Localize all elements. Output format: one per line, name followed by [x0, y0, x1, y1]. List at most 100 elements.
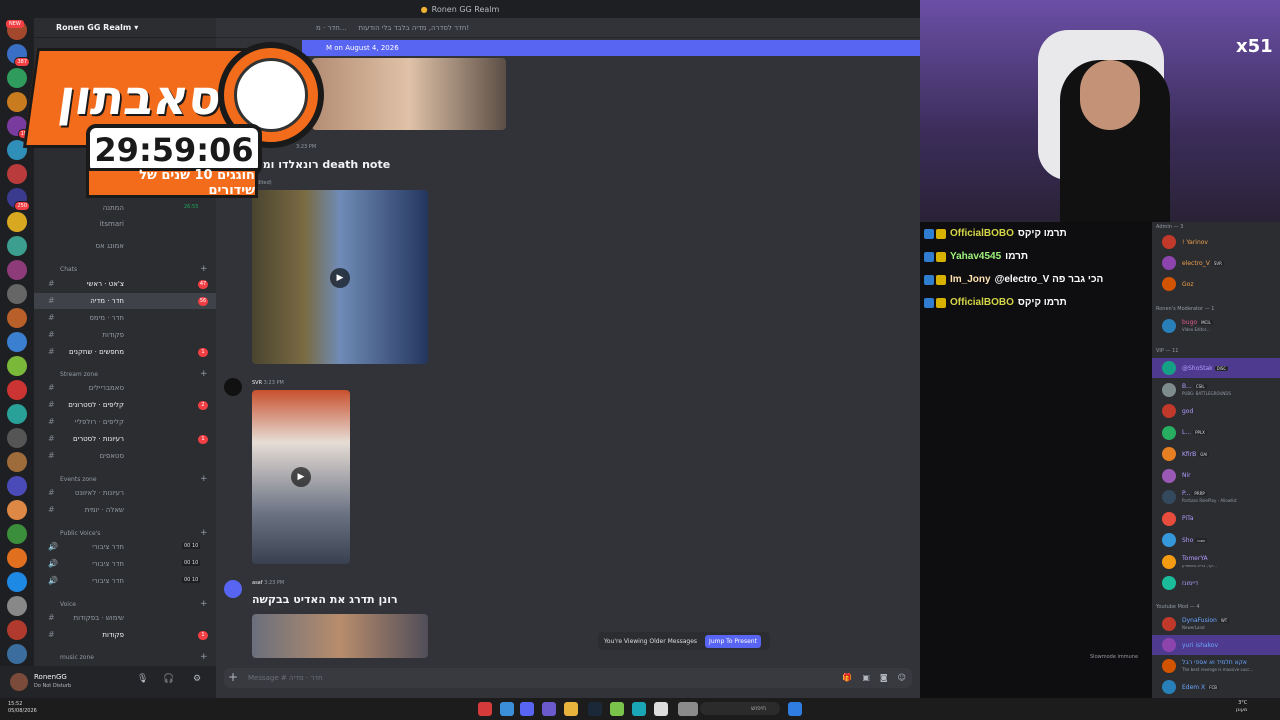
play-icon[interactable]: ▶	[291, 467, 311, 487]
member-item[interactable]: P... PRRP Partizan RolePlay - Allowlist	[1152, 487, 1280, 507]
member-item[interactable]: PiTa	[1152, 509, 1280, 529]
gear-icon[interactable]: ⚙	[193, 674, 201, 684]
server-icon[interactable]	[7, 644, 27, 664]
channel-item[interactable]: # מחפשים · שחקנים 1	[34, 344, 216, 360]
server-icon[interactable]	[7, 332, 27, 352]
voice-item[interactable]: אמונג אס	[34, 238, 216, 254]
member-item[interactable]: Goz	[1152, 274, 1280, 294]
plus-icon[interactable]: +	[200, 528, 208, 538]
edge-icon[interactable]	[632, 702, 646, 716]
server-icon[interactable]	[7, 404, 27, 424]
member-item[interactable]: Sho שבט	[1152, 530, 1280, 550]
sticker-icon[interactable]: ◙	[880, 673, 888, 682]
channel-item[interactable]: # פקודות	[34, 327, 216, 343]
app-icon-2[interactable]	[542, 702, 556, 716]
video-thumbnail-1[interactable]: ▶	[252, 190, 428, 364]
avatar[interactable]	[10, 673, 28, 691]
channel-item[interactable]: # סטאפים	[34, 448, 216, 464]
message-input[interactable]: + Message # חדר · מדיה 🎁 ▣ ◙ ☺	[224, 668, 912, 688]
member-item[interactable]: B... CSIL PUBG: BATTLEGROUNDS	[1152, 380, 1280, 400]
user-info[interactable]: RonenGG Do Not Disturb	[34, 673, 71, 691]
server-icon[interactable]	[7, 308, 27, 328]
play-icon[interactable]: ▶	[330, 268, 350, 288]
member-item[interactable]: TomerYA קר, בריא ומשתרע...	[1152, 552, 1280, 572]
notepad-icon[interactable]	[654, 702, 668, 716]
category-music[interactable]: music zone +	[34, 650, 216, 664]
channel-item[interactable]: # חדר · מימס	[34, 310, 216, 326]
channel-item[interactable]: # צ'אט · ראשי 47	[34, 276, 216, 292]
server-icon[interactable]	[7, 524, 27, 544]
channel-item[interactable]: # קליפים · לסטרונים 2	[34, 397, 216, 413]
server-icon[interactable]	[7, 212, 27, 232]
chrome-icon[interactable]	[500, 702, 514, 716]
server-icon[interactable]	[7, 500, 27, 520]
app-icon-3[interactable]	[610, 702, 624, 716]
windows-start-icon[interactable]	[788, 702, 802, 716]
plus-icon[interactable]: +	[200, 369, 208, 379]
server-icon[interactable]	[7, 476, 27, 496]
category-voice[interactable]: Voice +	[34, 597, 216, 611]
member-item[interactable]: דיימונז	[1152, 573, 1280, 593]
category-events[interactable]: Events zone +	[34, 472, 216, 486]
channel-item[interactable]: # פקודות 1	[34, 627, 216, 643]
chat-username[interactable]: OfficialBOBO	[950, 228, 1014, 239]
discord-icon[interactable]	[520, 702, 534, 716]
channel-item[interactable]: # קליפים · רולפליי	[34, 414, 216, 430]
member-item[interactable]: yuri ishakov	[1152, 635, 1280, 655]
voice-item[interactable]: itsmari	[34, 216, 216, 232]
avatar[interactable]	[224, 580, 242, 598]
member-item[interactable]: bugo MCIL Video Editor...	[1152, 316, 1280, 336]
folder-icon[interactable]	[564, 702, 578, 716]
member-item[interactable]: @ShoStak DISC	[1152, 358, 1280, 378]
plus-icon[interactable]: +	[228, 670, 238, 684]
server-icon[interactable]	[7, 428, 27, 448]
server-icon[interactable]	[7, 284, 27, 304]
channel-item[interactable]: # רעיונות · לאיוונט	[34, 485, 216, 501]
microphone-icon[interactable]: 🎙	[137, 674, 148, 684]
app-icon-4[interactable]	[678, 702, 698, 716]
media-image-1[interactable]	[312, 58, 506, 130]
category-public_voice[interactable]: Public Voice's +	[34, 526, 216, 540]
server-icon[interactable]	[7, 572, 27, 592]
member-item[interactable]: ! Yarinov	[1152, 232, 1280, 252]
server-icon[interactable]	[7, 620, 27, 640]
server-icon[interactable]	[7, 356, 27, 376]
chat-username[interactable]: OfficialBOBO	[950, 297, 1014, 308]
server-icon[interactable]	[7, 596, 27, 616]
member-item[interactable]: god	[1152, 401, 1280, 421]
plus-icon[interactable]: +	[200, 474, 208, 484]
new-messages-bar[interactable]: M on August 4, 2026	[302, 40, 920, 56]
member-item[interactable]: L... PPLX	[1152, 423, 1280, 443]
channel-item[interactable]: # רעיונות · לסטרים 1	[34, 431, 216, 447]
member-item[interactable]: electro_V SVR	[1152, 253, 1280, 273]
channel-item[interactable]: 🔊 חדר ציבורי 00 10	[34, 556, 216, 572]
server-icon[interactable]	[7, 236, 27, 256]
media-image-3[interactable]	[252, 614, 428, 658]
member-item[interactable]: KfirB OAI	[1152, 444, 1280, 464]
channel-item[interactable]: 🔊 חדר ציבורי 00 10	[34, 539, 216, 555]
jump-to-present-button[interactable]: Jump To Present	[705, 634, 761, 648]
chat-username[interactable]: Im_Jony	[950, 274, 991, 285]
video-thumbnail-2[interactable]: ▶	[252, 390, 350, 564]
category-chats[interactable]: Chats +	[34, 262, 216, 276]
steam-icon[interactable]	[588, 702, 602, 716]
channel-item[interactable]: # חדר · מדיה 56	[34, 293, 216, 309]
emoji-icon[interactable]: ☺	[898, 673, 906, 682]
server-icon[interactable]	[7, 260, 27, 280]
member-item[interactable]: DynaFusion WT NewerLand	[1152, 614, 1280, 634]
member-item[interactable]: Nir	[1152, 466, 1280, 486]
gift-icon[interactable]: 🎁	[842, 673, 852, 682]
plus-icon[interactable]: +	[200, 652, 208, 662]
server-icon[interactable]	[7, 548, 27, 568]
member-item[interactable]: Edem X FCB	[1152, 677, 1280, 697]
channel-item[interactable]: # שאלה · יומית	[34, 502, 216, 518]
avatar[interactable]	[224, 378, 242, 396]
server-icon[interactable]	[7, 452, 27, 472]
taskbar-search[interactable]: חיפוש	[700, 702, 780, 715]
server-icon[interactable]	[7, 380, 27, 400]
headphones-icon[interactable]: 🎧	[163, 674, 174, 684]
category-stream[interactable]: Stream zone +	[34, 367, 216, 381]
chat-username[interactable]: Yahav4545	[950, 251, 1001, 262]
channel-item[interactable]: # סאמבריילים	[34, 380, 216, 396]
member-item[interactable]: אקא תלמיד וא אספי רבל The best revenge is…	[1152, 656, 1280, 676]
